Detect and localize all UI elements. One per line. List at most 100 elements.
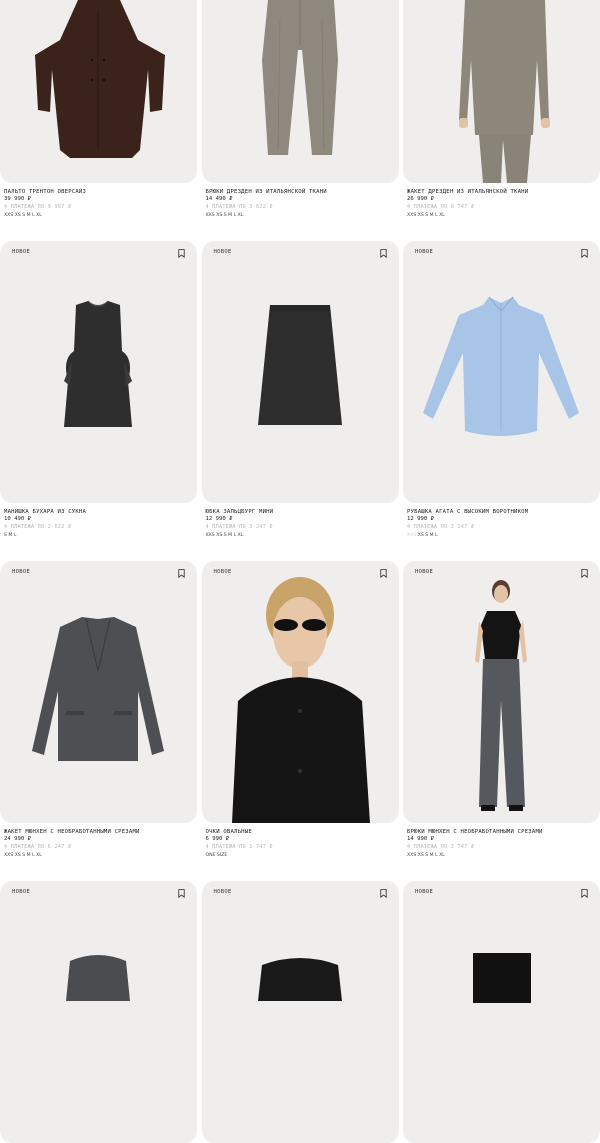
product-price: 14 990 ₽ [407,836,434,842]
installment-text: 4 ПЛАТЕЖА ПО 9 997 ₽ [4,204,72,210]
product-image[interactable]: НОВОЕ [0,241,197,503]
product-image[interactable]: НОВОЕ [201,241,399,503]
model-trousers-illustration [475,580,527,811]
size-option[interactable]: S [22,853,25,858]
size-option[interactable]: L [435,213,438,218]
size-option[interactable]: M [430,213,434,218]
product-image[interactable]: НОВОЕ [201,561,399,823]
product-title[interactable]: ПАЛЬТО ТРЕНТОН ОВЕРСАЙЗ [4,189,193,196]
size-option[interactable]: XXS [407,533,416,538]
bookmark-icon[interactable] [178,889,185,898]
size-option[interactable]: M [430,533,434,538]
size-option[interactable]: XXS [4,213,13,218]
product-title[interactable]: ЖАКЕТ МЮНХЕН С НЕОБРАБОТАННЫМИ СРЕЗАМИ [4,829,193,836]
bookmark-icon[interactable] [178,249,185,258]
size-option[interactable]: S [425,533,428,538]
product-title[interactable]: БРЮКИ МЮНХЕН С НЕОБРАБОТАННЫМИ СРЕЗАМИ [407,829,596,836]
product-image[interactable]: НОВОЕ [403,881,600,1143]
product-card[interactable]: НОВОЕ БРЮКИ МЮНХЕН С НЕОБРАБОТАННЫМИ СРЕ… [403,561,600,875]
new-badge: НОВОЕ [12,249,31,255]
bookmark-icon[interactable] [379,889,387,898]
size-list: XXS XS S M L XL [206,211,395,221]
size-option[interactable]: S [22,213,25,218]
product-card[interactable]: НОВОЕ РУБАШКА АГАТА С ВЫСОКИМ ВОРОТНИКОМ… [403,241,600,555]
size-option[interactable]: XS [216,213,222,218]
product-image[interactable]: НОВОЕ [0,561,197,823]
size-option[interactable]: XS [216,533,222,538]
product-price: 39 990 ₽ [4,196,31,202]
size-option[interactable]: XS [15,213,21,218]
product-title[interactable]: ЮБКА ЗАЛЬЦБУРГ МИНИ [206,509,395,516]
size-option[interactable]: L [14,533,17,538]
size-option[interactable]: S [4,533,7,538]
size-option[interactable]: L [234,213,237,218]
jacket-model-illustration [459,0,550,183]
size-option[interactable]: M [8,533,12,538]
product-title[interactable]: БРЮКИ ДРЕЗДЕН ИЗ ИТАЛЬЯНСКОЙ ТКАНИ [206,189,395,196]
size-option[interactable]: XXS [206,213,215,218]
product-title[interactable]: ЖАКЕТ ДРЕЗДЕН ИЗ ИТАЛЬЯНСКОЙ ТКАНИ [407,189,596,196]
size-option[interactable]: ONE SIZE [206,853,228,858]
size-option[interactable]: M [27,853,31,858]
size-option[interactable]: XXS [4,853,13,858]
size-option[interactable]: XL [238,213,244,218]
coat-illustration [35,0,165,158]
product-image[interactable] [0,0,197,183]
product-title[interactable]: ОЧКИ ОВАЛЬНЫЕ [206,829,395,836]
product-card[interactable]: НОВОЕ ЮБКА ЗАЛЬЦБУРГ МИНИ 12 990 ₽ 4 ПЛА… [201,241,399,555]
product-image[interactable]: НОВОЕ [0,881,197,1143]
size-option[interactable]: L [435,853,438,858]
product-image[interactable] [201,0,399,183]
size-option[interactable]: L [32,853,35,858]
size-option[interactable]: XXS [407,853,416,858]
size-option[interactable]: XL [439,213,445,218]
product-image[interactable]: НОВОЕ [403,241,600,503]
size-option[interactable]: XL [36,213,42,218]
product-card[interactable]: БРЮКИ ДРЕЗДЕН ИЗ ИТАЛЬЯНСКОЙ ТКАНИ 14 49… [201,0,399,229]
size-option[interactable]: XL [238,533,244,538]
size-option[interactable]: M [430,853,434,858]
size-option[interactable]: XXS [407,213,416,218]
bookmark-icon[interactable] [178,569,185,578]
black-skirt-illustration [473,953,531,1003]
size-option[interactable]: M [228,213,232,218]
product-card[interactable]: ЖАКЕТ ДРЕЗДЕН ИЗ ИТАЛЬЯНСКОЙ ТКАНИ 26 99… [403,0,600,229]
size-option[interactable]: XS [418,533,424,538]
size-option[interactable]: XS [15,853,21,858]
size-option[interactable]: S [425,853,428,858]
size-option[interactable]: S [425,213,428,218]
size-option[interactable]: XXS [206,533,215,538]
installment-text: 4 ПЛАТЕЖА ПО 1 747 ₽ [205,844,273,850]
size-option[interactable]: M [27,213,31,218]
size-option[interactable]: XS [418,853,424,858]
product-card[interactable]: НОВОЕ МАНИШКА БУХАРА ИЗ СУКНА 10 490 ₽ 4… [0,241,197,555]
product-card[interactable]: НОВОЕ [201,881,399,1143]
size-list: S M L [4,531,193,541]
size-list: XXS XS S M L XL [407,851,596,861]
size-option[interactable]: S [224,533,227,538]
shirt-illustration [423,296,579,436]
product-card[interactable]: НОВОЕ ЖАКЕТ МЮНХЕН С НЕОБРАБОТАННЫМИ СРЕ… [0,561,197,875]
product-image[interactable] [403,0,600,183]
product-card[interactable]: НОВОЕ [403,881,600,1143]
product-card[interactable]: НОВОЕ [0,881,197,1143]
size-option[interactable]: M [228,533,232,538]
product-title[interactable]: РУБАШКА АГАТА С ВЫСОКИМ ВОРОТНИКОМ [407,509,596,516]
product-image[interactable]: НОВОЕ [201,881,399,1143]
product-card[interactable]: ПАЛЬТО ТРЕНТОН ОВЕРСАЙЗ 39 990 ₽ 4 ПЛАТЕ… [0,0,197,229]
product-image[interactable]: НОВОЕ [403,561,600,823]
bookmark-icon[interactable] [379,249,387,258]
bookmark-icon[interactable] [379,569,387,578]
size-option[interactable]: L [234,533,237,538]
bookmark-icon[interactable] [581,889,588,898]
size-option[interactable]: XL [439,853,445,858]
size-option[interactable]: XS [418,213,424,218]
product-card[interactable]: НОВОЕ ОЧКИ ОВАЛЬНЫЕ 6 990 ₽ 4 ПЛАТЕЖА ПО… [201,561,399,875]
size-option[interactable]: L [32,213,35,218]
size-option[interactable]: XL [36,853,42,858]
product-title[interactable]: МАНИШКА БУХАРА ИЗ СУКНА [4,509,193,516]
size-option[interactable]: L [435,533,438,538]
size-option[interactable]: S [224,213,227,218]
bookmark-icon[interactable] [581,249,588,258]
bookmark-icon[interactable] [581,569,588,578]
